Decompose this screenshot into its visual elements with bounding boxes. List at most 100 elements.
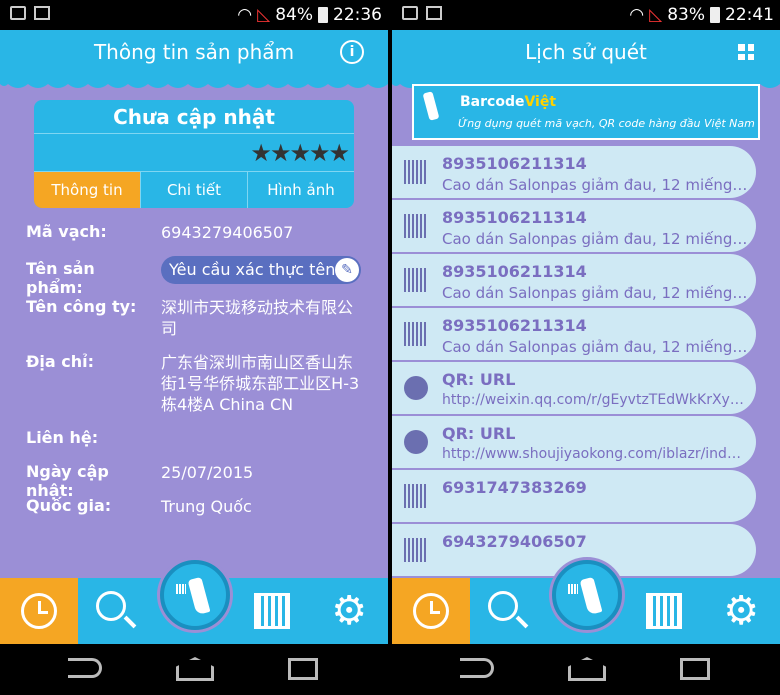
brand-part-a: Barcode bbox=[460, 94, 525, 110]
barcode-icon bbox=[404, 538, 428, 562]
history-item[interactable]: 8935106211314 Cao dán Salonpas giảm đau,… bbox=[392, 308, 756, 360]
history-item[interactable]: QR: URL http://weixin.qq.com/r/gEyvtzTEd… bbox=[392, 362, 756, 414]
nav-search[interactable] bbox=[470, 578, 548, 644]
clock-time: 22:41 bbox=[725, 5, 774, 25]
nav-search[interactable] bbox=[78, 578, 156, 644]
info-icon[interactable]: i bbox=[340, 40, 364, 64]
barcode-icon bbox=[176, 584, 186, 594]
scan-button[interactable] bbox=[552, 560, 622, 630]
battery-percent: 84% bbox=[275, 5, 313, 25]
recent-apps-icon[interactable] bbox=[680, 658, 710, 680]
field-value: 25/07/2015 bbox=[161, 463, 254, 482]
history-item[interactable]: QR: URL http://www.shoujiyaokong.com/ibl… bbox=[392, 416, 756, 468]
field-label: Liên hệ: bbox=[26, 428, 99, 447]
history-item[interactable]: 8935106211314 Cao dán Salonpas giảm đau,… bbox=[392, 146, 756, 198]
system-nav-bar bbox=[392, 644, 780, 695]
field-label: Mã vạch: bbox=[26, 222, 107, 241]
wifi-icon: ◠ bbox=[629, 5, 645, 25]
product-info-screen: ◠ ◺ 84% 22:36 Thông tin sản phẩm i Chưa … bbox=[0, 0, 388, 695]
gallery-icon bbox=[426, 6, 442, 20]
battery-icon bbox=[710, 7, 720, 23]
barcode-icon bbox=[404, 214, 428, 238]
history-title: QR: URL bbox=[442, 370, 516, 389]
battery-percent: 83% bbox=[667, 5, 705, 25]
globe-icon bbox=[404, 430, 428, 454]
field-label: Tên sản phẩm: bbox=[26, 259, 95, 297]
history-title: QR: URL bbox=[442, 424, 516, 443]
scanner-gun-icon bbox=[422, 91, 440, 121]
banner-brand: BarcodeViệt bbox=[460, 94, 556, 110]
scan-history-screen: ◠ ◺ 83% 22:41 Lịch sử quét BarcodeViệt Ứ… bbox=[392, 0, 780, 695]
history-item[interactable]: 8935106211314 Cao dán Salonpas giảm đau,… bbox=[392, 254, 756, 306]
history-title: 8935106211314 bbox=[442, 208, 587, 227]
product-name: Chưa cập nhật bbox=[34, 100, 354, 134]
battery-icon bbox=[318, 7, 328, 23]
scanner-gun-icon bbox=[579, 576, 603, 616]
globe-icon bbox=[404, 376, 428, 400]
search-icon bbox=[488, 591, 519, 621]
field-label: Ngày cập nhật: bbox=[26, 462, 109, 500]
recent-apps-icon[interactable] bbox=[288, 658, 318, 680]
back-icon[interactable] bbox=[68, 658, 102, 678]
system-nav-bar bbox=[0, 644, 388, 695]
wave-divider bbox=[0, 78, 388, 88]
history-title: 6931747383269 bbox=[442, 478, 587, 497]
tab-info[interactable]: Thông tin bbox=[34, 172, 140, 208]
field-value: 深圳市天珑移动技术有限公司 bbox=[161, 298, 354, 338]
history-subtitle: Cao dán Salonpas giảm đau, 12 miếng (6.5… bbox=[442, 176, 748, 194]
brand-part-b: Việt bbox=[524, 94, 557, 110]
no-signal-icon: ◺ bbox=[649, 5, 663, 25]
gear-icon: ⚙ bbox=[723, 588, 760, 634]
nav-settings[interactable]: ⚙ bbox=[702, 578, 780, 644]
barcode-icon bbox=[568, 584, 578, 594]
nav-history[interactable] bbox=[0, 578, 78, 644]
field-value: 广东省深圳市南山区香山东街1号华侨城东部工业区H-3栋4楼A China CN bbox=[161, 353, 360, 414]
nav-qr[interactable] bbox=[625, 578, 703, 644]
history-subtitle: http://www.shoujiyaokong.com/iblazr/inde… bbox=[442, 446, 748, 462]
history-subtitle: Cao dán Salonpas giảm đau, 12 miếng (6.5… bbox=[442, 230, 748, 248]
barcode-icon bbox=[404, 268, 428, 292]
wifi-icon: ◠ bbox=[237, 5, 253, 25]
gear-icon: ⚙ bbox=[331, 588, 368, 634]
barcode-icon bbox=[404, 322, 428, 346]
gallery-icon bbox=[34, 6, 50, 20]
ad-banner[interactable]: BarcodeViệt Ứng dụng quét mã vạch, QR co… bbox=[412, 84, 760, 140]
rating-stars[interactable]: ★★★★★ bbox=[34, 134, 354, 172]
nav-qr[interactable] bbox=[233, 578, 311, 644]
history-item[interactable]: 8935106211314 Cao dán Salonpas giảm đau,… bbox=[392, 200, 756, 252]
tab-images[interactable]: Hình ảnh bbox=[247, 172, 354, 208]
image-icon bbox=[402, 6, 418, 20]
back-icon[interactable] bbox=[460, 658, 494, 678]
pencil-icon: ✎ bbox=[335, 258, 359, 282]
barcode-icon bbox=[404, 160, 428, 184]
field-label: Tên công ty: bbox=[26, 297, 137, 316]
barcode-icon bbox=[404, 484, 428, 508]
status-bar: ◠ ◺ 83% 22:41 bbox=[392, 0, 780, 30]
qr-code-icon bbox=[253, 593, 290, 629]
home-icon[interactable] bbox=[568, 657, 606, 681]
scan-button[interactable] bbox=[160, 560, 230, 630]
app-bar: Thông tin sản phẩm i bbox=[0, 30, 388, 78]
banner-tagline: Ứng dụng quét mã vạch, QR code hàng đầu … bbox=[458, 117, 755, 130]
history-item[interactable]: 6931747383269 bbox=[392, 470, 756, 522]
clock-time: 22:36 bbox=[333, 5, 382, 25]
nav-settings[interactable]: ⚙ bbox=[310, 578, 388, 644]
product-card: Chưa cập nhật ★★★★★ Thông tin Chi tiết H… bbox=[34, 100, 354, 208]
verify-name-label: Yêu cầu xác thực tên bbox=[169, 260, 336, 279]
clock-icon bbox=[412, 593, 449, 629]
history-subtitle: Cao dán Salonpas giảm đau, 12 miếng (6.5… bbox=[442, 338, 748, 356]
grid-icon[interactable] bbox=[738, 44, 754, 60]
status-bar: ◠ ◺ 84% 22:36 bbox=[0, 0, 388, 30]
history-title: 8935106211314 bbox=[442, 316, 587, 335]
tab-details[interactable]: Chi tiết bbox=[140, 172, 247, 208]
clock-icon bbox=[20, 593, 57, 629]
search-icon bbox=[96, 591, 127, 621]
home-icon[interactable] bbox=[176, 657, 214, 681]
history-title: 8935106211314 bbox=[442, 262, 587, 281]
qr-code-icon bbox=[645, 593, 682, 629]
page-title: Lịch sử quét bbox=[525, 40, 647, 64]
history-title: 6943279406507 bbox=[442, 532, 587, 551]
verify-name-button[interactable]: Yêu cầu xác thực tên ✎ bbox=[161, 256, 361, 284]
field-label: Quốc gia: bbox=[26, 496, 112, 515]
nav-history[interactable] bbox=[392, 578, 470, 644]
